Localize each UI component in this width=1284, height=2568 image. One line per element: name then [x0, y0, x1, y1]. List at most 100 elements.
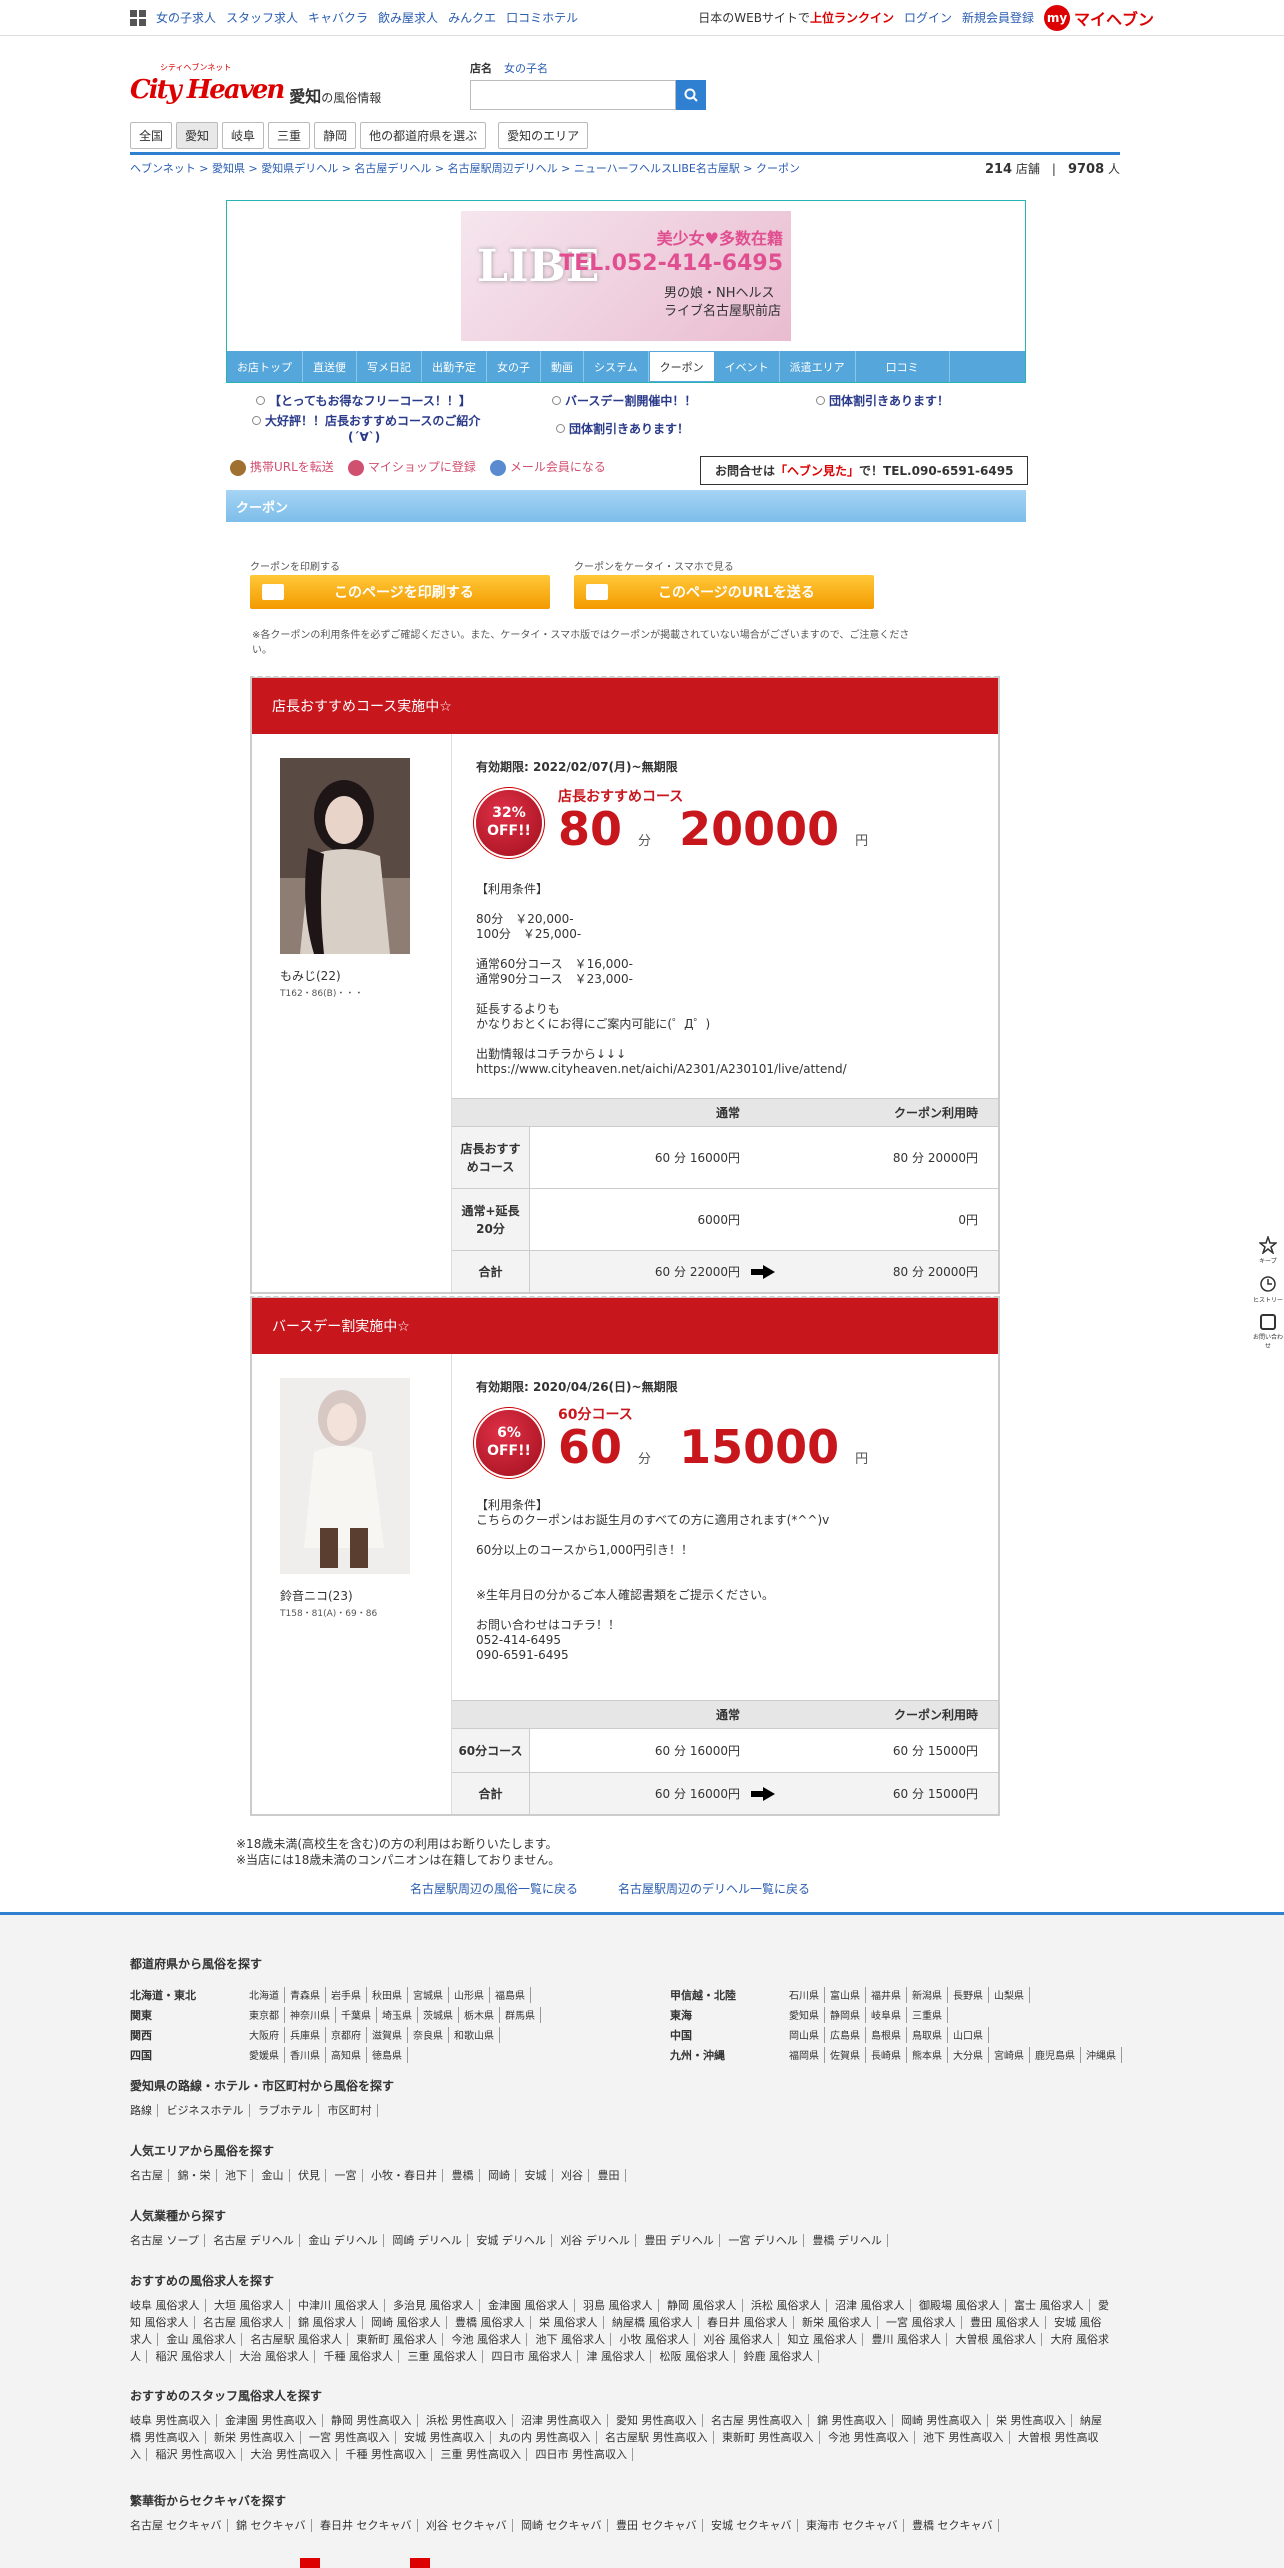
pref-link[interactable]: 熊本県	[907, 2047, 948, 2063]
pref-link[interactable]: 大分県	[948, 2047, 989, 2063]
footer-link[interactable]: 東新町 風俗求人	[351, 2333, 443, 2346]
pref-link[interactable]: 長崎県	[866, 2047, 907, 2063]
top-link[interactable]: 女の子求人	[156, 9, 216, 26]
notice-link[interactable]: バースデー割開催中！！	[552, 392, 696, 409]
shop-tab[interactable]: お店トップ	[227, 351, 303, 382]
search-tab-girl[interactable]: 女の子名	[504, 60, 548, 76]
footer-link[interactable]: 一宮 男性高収入	[304, 2431, 396, 2444]
pref-link[interactable]: 青森県	[285, 1987, 326, 2003]
pref-link[interactable]: 三重県	[907, 2007, 948, 2023]
footer-link[interactable]: 東新町 男性高収入	[717, 2431, 820, 2444]
breadcrumb[interactable]: ヘブンネット > 愛知県 > 愛知県デリヘル > 名古屋デリヘル > 名古屋駅周…	[130, 160, 800, 176]
footer-link[interactable]: 豊橋 セクキャバ	[907, 2519, 999, 2532]
footer-link[interactable]: 岐阜 男性高収入	[130, 2414, 217, 2427]
footer-link[interactable]: ビジネスホテル	[161, 2104, 250, 2117]
top-link[interactable]: みんクエ	[448, 9, 496, 26]
footer-link[interactable]: 稲沢 風俗求人	[150, 2350, 231, 2363]
pref-link[interactable]: 滋賀県	[367, 2027, 408, 2043]
girl-profile[interactable]: もみじ(22) T162・86(B)・・・	[252, 734, 452, 1292]
footer-link[interactable]: 一宮	[329, 2169, 363, 2182]
footer-link[interactable]: 大治 風俗求人	[234, 2350, 315, 2363]
footer-link[interactable]: 納屋橋 風俗求人	[607, 2316, 699, 2329]
pref-link[interactable]: 山梨県	[989, 1987, 1030, 2003]
footer-link[interactable]: 岡崎	[483, 2169, 516, 2182]
footer-link[interactable]: 金山 デリヘル	[303, 2234, 384, 2247]
footer-link[interactable]: 岡崎 セクキャバ	[516, 2519, 608, 2532]
footer-link[interactable]: 浜松 男性高収入	[421, 2414, 513, 2427]
footer-link[interactable]: 岡崎 男性高収入	[896, 2414, 988, 2427]
notice-link[interactable]: 【とってもお得なフリーコース！！】	[256, 392, 471, 409]
footer-link[interactable]: 知立 風俗求人	[782, 2333, 863, 2346]
footer-link[interactable]: 中津川 風俗求人	[293, 2299, 385, 2312]
notice-link[interactable]: 団体割引きあります！	[816, 392, 949, 409]
shop-tab[interactable]: 直送便	[303, 351, 357, 382]
footer-link[interactable]: 錦 風俗求人	[293, 2316, 363, 2329]
pref-link[interactable]: 宮城県	[408, 1987, 449, 2003]
footer-link[interactable]: 名古屋駅 男性高収入	[600, 2431, 714, 2444]
pref-tab[interactable]: 岐阜	[222, 122, 265, 149]
pref-link[interactable]: 東京都	[244, 2007, 285, 2023]
pref-link[interactable]: 島根県	[866, 2027, 907, 2043]
footer-link[interactable]: 岐阜 風俗求人	[130, 2299, 206, 2312]
footer-link[interactable]: 名古屋	[130, 2169, 169, 2182]
footer-link[interactable]: 小牧・春日井	[366, 2169, 443, 2182]
footer-link[interactable]: 愛知 男性高収入	[611, 2414, 703, 2427]
footer-link[interactable]: 津 風俗求人	[581, 2350, 651, 2363]
pref-link[interactable]: 高知県	[326, 2047, 367, 2063]
footer-link[interactable]: 大治 男性高収入	[245, 2448, 337, 2461]
footer-link[interactable]: 刈谷 デリヘル	[555, 2234, 636, 2247]
grid-menu-icon[interactable]	[130, 9, 146, 26]
footer-link[interactable]: 市区町村	[322, 2104, 378, 2117]
pref-tab[interactable]: 愛知のエリア	[498, 122, 589, 149]
pref-tab[interactable]: 愛知	[176, 122, 219, 149]
pref-link[interactable]: 広島県	[825, 2027, 866, 2043]
footer-link[interactable]: 豊川 風俗求人	[866, 2333, 947, 2346]
footer-link[interactable]: 静岡 男性高収入	[326, 2414, 418, 2427]
search-button[interactable]	[676, 80, 706, 110]
footer-link[interactable]: 東海市 セクキャバ	[801, 2519, 904, 2532]
contact-button[interactable]: お問い合わせ	[1252, 1314, 1284, 1350]
search-input[interactable]	[470, 80, 676, 110]
footer-link[interactable]: 錦・栄	[172, 2169, 217, 2182]
shop-tab[interactable]: システム	[584, 351, 649, 382]
footer-link[interactable]: 浜松 風俗求人	[746, 2299, 827, 2312]
footer-link[interactable]: 金山 風俗求人	[161, 2333, 242, 2346]
footer-link[interactable]: 刈谷 セクキャバ	[421, 2519, 513, 2532]
footer-link[interactable]: 池下 男性高収入	[918, 2431, 1010, 2444]
footer-link[interactable]: 四日市 風俗求人	[486, 2350, 578, 2363]
notice-link-cont[interactable]: (´∀`)	[348, 430, 380, 444]
pref-link[interactable]: 千葉県	[336, 2007, 377, 2023]
footer-link[interactable]: 沼津 風俗求人	[830, 2299, 911, 2312]
footer-link[interactable]: 三重 風俗求人	[402, 2350, 483, 2363]
footer-link[interactable]: 今池 風俗求人	[446, 2333, 527, 2346]
footer-link[interactable]: 刈谷 風俗求人	[698, 2333, 779, 2346]
pref-link[interactable]: 愛知県	[784, 2007, 825, 2023]
footer-link[interactable]: 大曽根 風俗求人	[950, 2333, 1042, 2346]
footer-link[interactable]: 豊田	[592, 2169, 626, 2182]
footer-link[interactable]: 富士 風俗求人	[1009, 2299, 1090, 2312]
pref-tab[interactable]: 三重	[268, 122, 311, 149]
pref-link[interactable]: 愛媛県	[244, 2047, 285, 2063]
footer-link[interactable]: 金津園 男性高収入	[220, 2414, 323, 2427]
pref-link[interactable]: 静岡県	[825, 2007, 866, 2023]
footer-link[interactable]: 安城 デリヘル	[471, 2234, 552, 2247]
footer-link[interactable]: 豊田 セクキャバ	[611, 2519, 703, 2532]
pref-link[interactable]: 岩手県	[326, 1987, 367, 2003]
pref-link[interactable]: 神奈川県	[285, 2007, 336, 2023]
pref-link[interactable]: 京都府	[326, 2027, 367, 2043]
footer-link[interactable]: 池下	[220, 2169, 253, 2182]
pref-link[interactable]: 山形県	[449, 1987, 490, 2003]
shop-tab[interactable]: イベント	[715, 351, 780, 382]
pref-link[interactable]: 茨城県	[418, 2007, 459, 2023]
pref-link[interactable]: 宮崎県	[989, 2047, 1030, 2063]
pref-link[interactable]: 佐賀県	[825, 2047, 866, 2063]
my-heaven-button[interactable]: my マイヘブン	[1043, 4, 1154, 31]
pref-link[interactable]: 徳島県	[367, 2047, 408, 2063]
footer-link[interactable]: 御殿場 風俗求人	[914, 2299, 1006, 2312]
pref-tab[interactable]: 他の都道府県を選ぶ	[360, 122, 487, 149]
footer-link[interactable]: 池下 風俗求人	[530, 2333, 611, 2346]
site-logo[interactable]: シティヘブンネット City Heaven 愛知の風俗情報	[130, 62, 381, 107]
footer-link[interactable]: 新栄 風俗求人	[797, 2316, 878, 2329]
top-link[interactable]: スタッフ求人	[226, 9, 298, 26]
pref-tab[interactable]: 全国	[130, 122, 173, 149]
